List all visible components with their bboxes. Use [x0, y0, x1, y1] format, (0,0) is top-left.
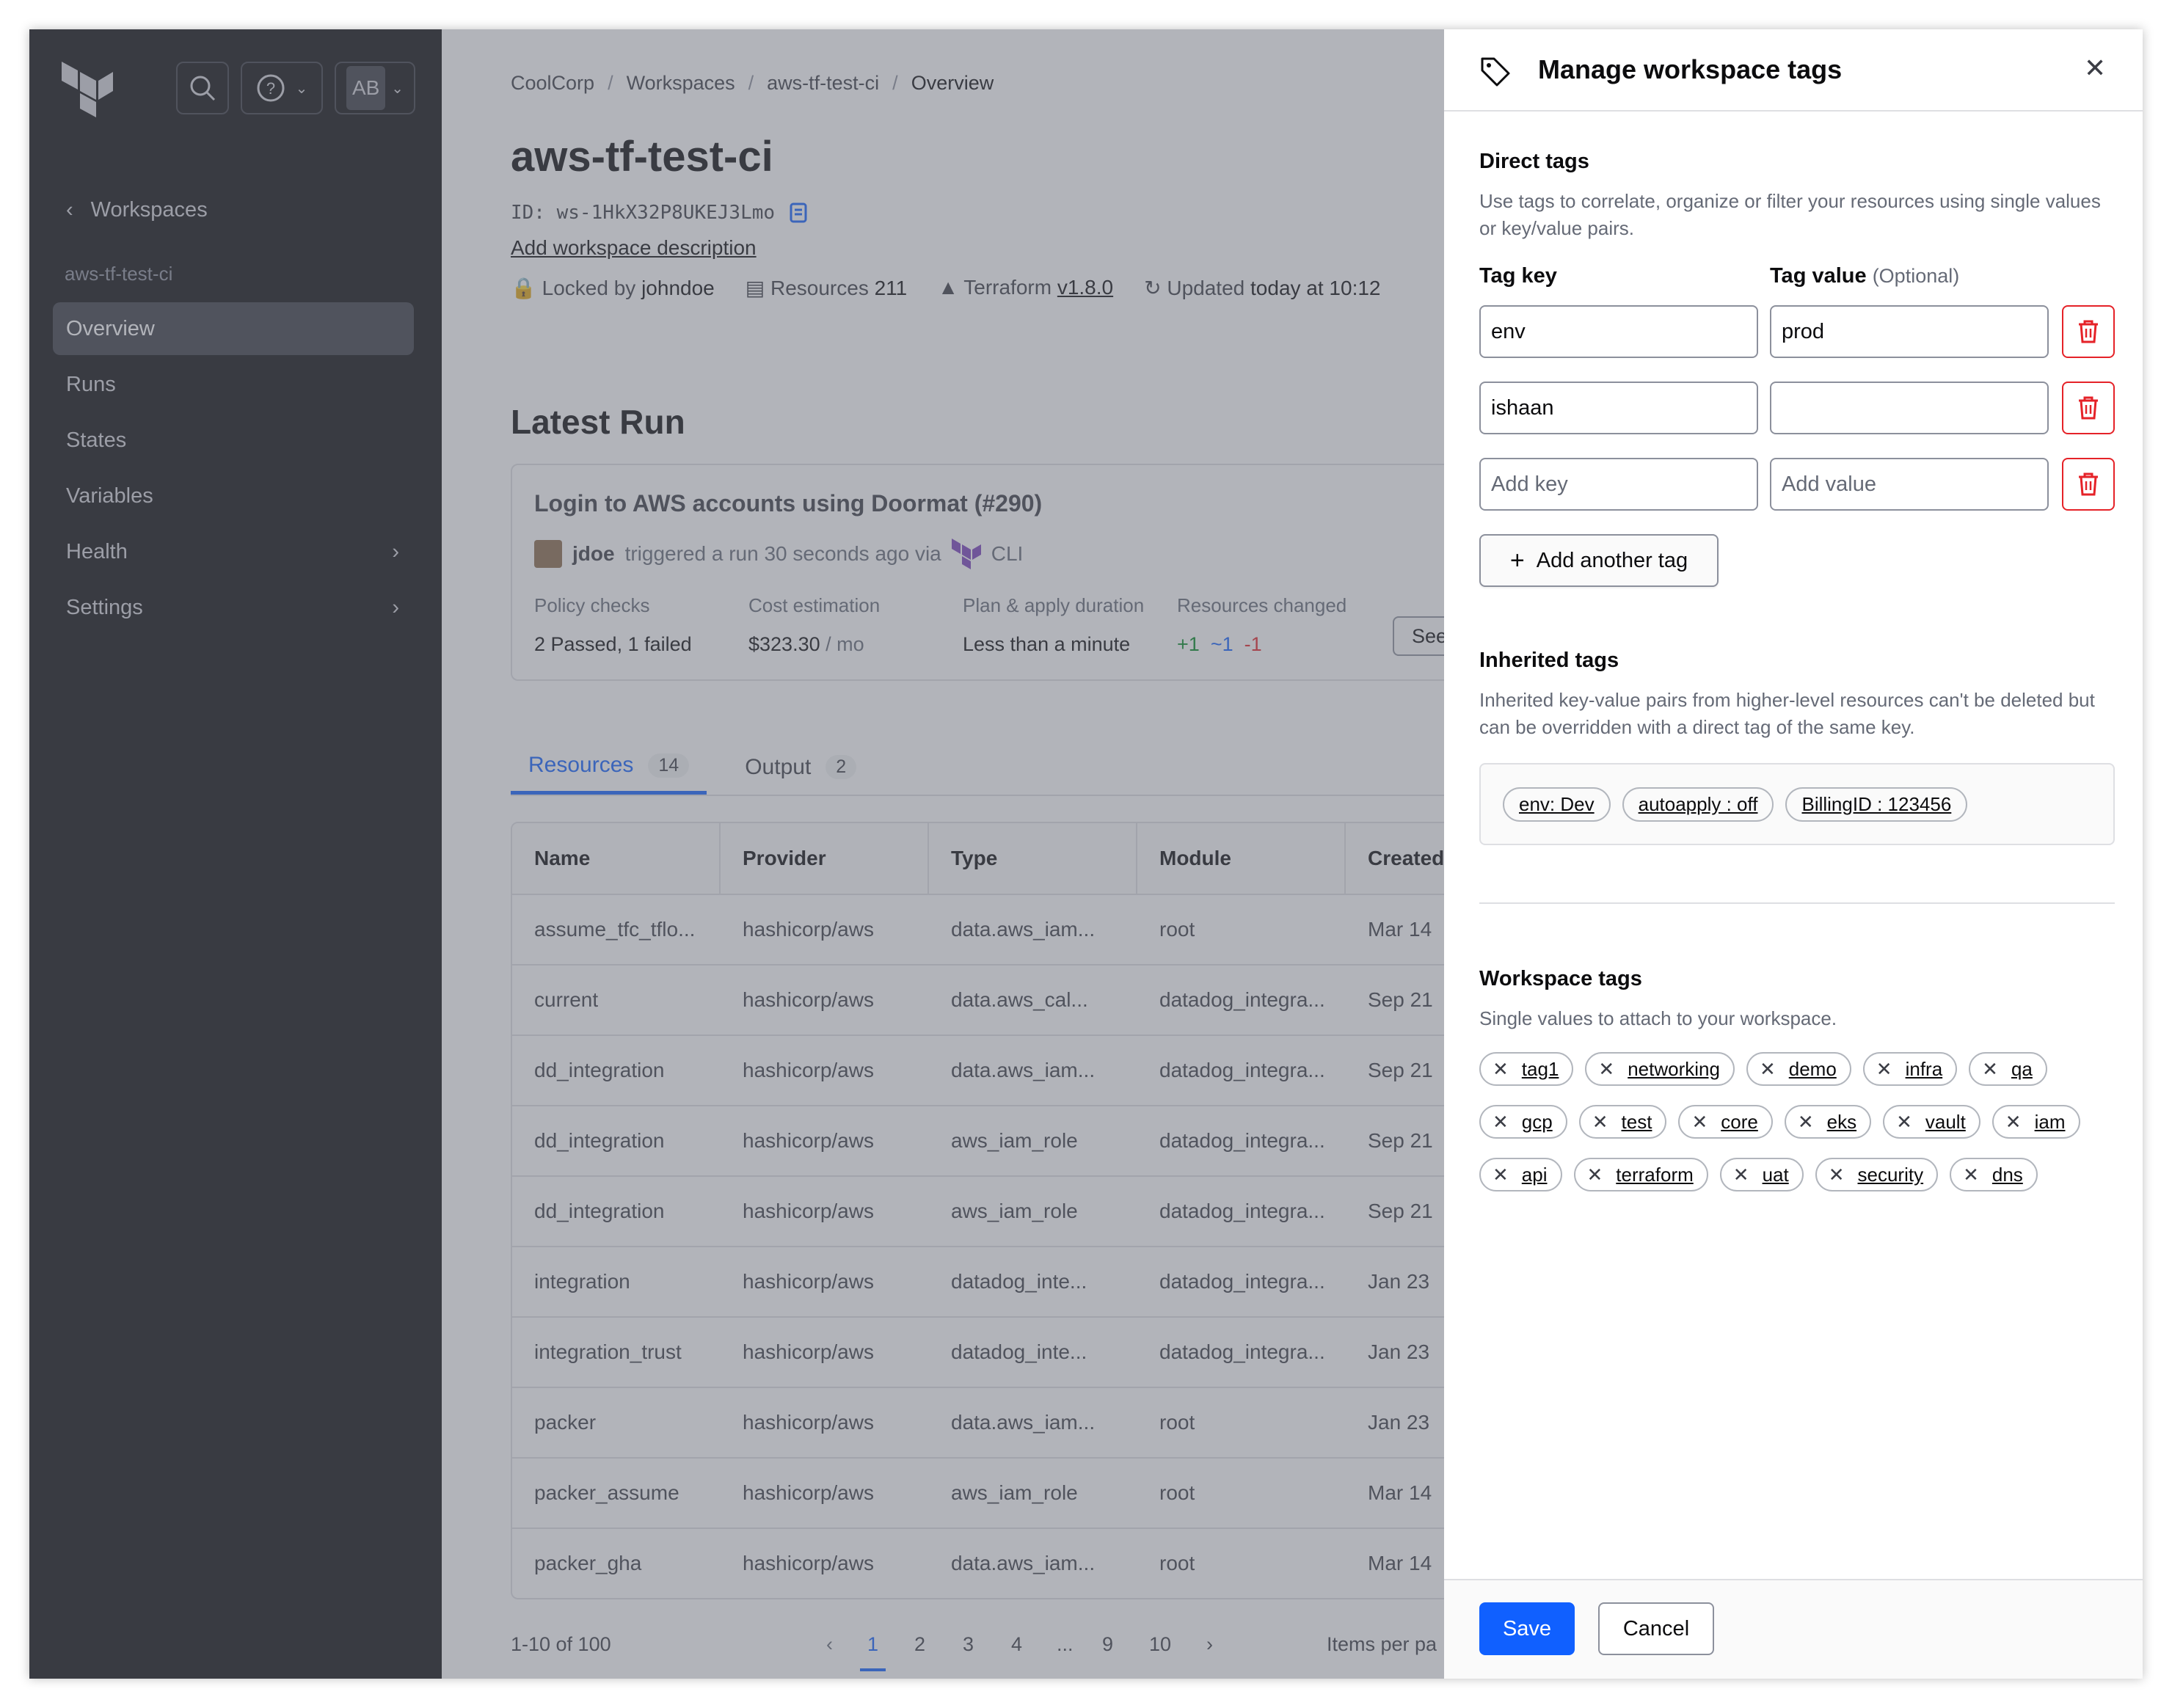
inherited-tags-help: Inherited key-value pairs from higher-le…	[1479, 689, 2095, 738]
remove-tag-icon[interactable]: ✕	[1963, 1164, 1979, 1186]
workspace-tags-list: ✕ tag1 ✕ networking ✕ demo ✕ infra ✕ qa ✕ gcp ✕ test ✕…	[1479, 1052, 2125, 1191]
tag-value-input[interactable]	[1770, 382, 2049, 434]
workspace-tag: ✕ security	[1815, 1158, 1939, 1191]
inherited-tag-label: autoapply : off	[1638, 792, 1758, 815]
inherited-tag-label: env: Dev	[1519, 792, 1595, 815]
workspace-tag: ✕ iam	[1991, 1105, 2080, 1139]
remove-tag-icon[interactable]: ✕	[1760, 1058, 1776, 1081]
tag-key-input[interactable]	[1479, 458, 1758, 511]
remove-tag-icon[interactable]: ✕	[1876, 1058, 1892, 1081]
inherited-tags-list: env: Dev autoapply : off BillingID : 123…	[1479, 763, 2115, 845]
remove-tag-icon[interactable]: ✕	[1982, 1058, 1998, 1081]
tag-value-label-text: Tag value	[1770, 264, 1867, 288]
direct-tags-help: Use tags to correlate, organize or filte…	[1479, 190, 2101, 239]
workspace-tag: ✕ api	[1479, 1158, 1562, 1191]
remove-tag-icon[interactable]: ✕	[1691, 1111, 1708, 1134]
workspace-tag-label[interactable]: infra	[1906, 1058, 1943, 1081]
inherited-tags-heading: Inherited tags	[1479, 649, 1619, 672]
trash-icon	[2079, 320, 2098, 343]
workspace-tag: ✕ terraform	[1573, 1158, 1708, 1191]
workspace-tag-label[interactable]: tag1	[1522, 1058, 1559, 1081]
tag-key-label: Tag key	[1479, 264, 1557, 288]
remove-tag-icon[interactable]: ✕	[1733, 1164, 1749, 1186]
tag-key-input[interactable]	[1479, 382, 1758, 434]
remove-tag-icon[interactable]: ✕	[1493, 1058, 1509, 1081]
workspace-tag-label[interactable]: vault	[1925, 1111, 1966, 1134]
workspace-tag: ✕ dns	[1950, 1158, 2038, 1191]
workspace-tag-label[interactable]: demo	[1789, 1058, 1837, 1081]
remove-tag-icon[interactable]: ✕	[1587, 1164, 1603, 1186]
workspace-tag-label[interactable]: qa	[2011, 1058, 2033, 1081]
drawer-header: Manage workspace tags ✕	[1444, 29, 2143, 112]
trash-icon	[2079, 472, 2098, 496]
workspace-tag: ✕ vault	[1883, 1105, 1980, 1139]
remove-tag-icon[interactable]: ✕	[1493, 1111, 1509, 1134]
plus-icon: +	[1509, 546, 1525, 574]
inherited-tag[interactable]: BillingID : 123456	[1785, 787, 1968, 822]
remove-tag-icon[interactable]: ✕	[1829, 1164, 1845, 1186]
workspace-tag-label[interactable]: gcp	[1522, 1111, 1553, 1134]
tag-key-input[interactable]	[1479, 305, 1758, 358]
workspace-tag-label[interactable]: core	[1721, 1111, 1758, 1134]
inherited-tag[interactable]: env: Dev	[1503, 787, 1611, 822]
remove-tag-icon[interactable]: ✕	[1592, 1111, 1608, 1134]
app-window: ? ⌄ AB ⌄ ‹ Workspaces aws-tf-test-ci Ove…	[29, 29, 2143, 1679]
modal-backdrop[interactable]	[29, 29, 1473, 1679]
tag-value-label: Tag value (Optional)	[1770, 264, 1959, 288]
workspace-tag: ✕ networking	[1585, 1052, 1735, 1086]
workspace-tag: ✕ core	[1678, 1105, 1773, 1139]
workspace-tag: ✕ gcp	[1479, 1105, 1567, 1139]
remove-tag-icon[interactable]: ✕	[1896, 1111, 1912, 1134]
workspace-tag-label[interactable]: dns	[1992, 1164, 2023, 1186]
tag-value-input[interactable]	[1770, 305, 2049, 358]
workspace-tag: ✕ eks	[1784, 1105, 1872, 1139]
drawer-footer: Save Cancel	[1444, 1579, 2143, 1679]
add-tag-label: Add another tag	[1536, 548, 1688, 572]
workspace-tag-label[interactable]: terraform	[1616, 1164, 1693, 1186]
workspace-tag: ✕ test	[1578, 1105, 1667, 1139]
workspace-tags-help: Single values to attach to your workspac…	[1479, 1007, 1837, 1029]
workspace-tag-label[interactable]: eks	[1827, 1111, 1856, 1134]
workspace-tag: ✕ qa	[1969, 1052, 2047, 1086]
manage-tags-drawer: Manage workspace tags ✕ Direct tags Use …	[1444, 29, 2143, 1679]
remove-tag-icon[interactable]: ✕	[2005, 1111, 2022, 1134]
workspace-tag-label[interactable]: test	[1622, 1111, 1652, 1134]
drawer-title: Manage workspace tags	[1538, 54, 1843, 84]
workspace-tag: ✕ infra	[1862, 1052, 1958, 1086]
section-divider	[1479, 902, 2115, 904]
workspace-tag-label[interactable]: api	[1522, 1164, 1548, 1186]
workspace-tag-label[interactable]: uat	[1763, 1164, 1789, 1186]
workspace-tag-label[interactable]: iam	[2035, 1111, 2066, 1134]
add-another-tag-button[interactable]: + Add another tag	[1479, 534, 1719, 587]
remove-tag-icon[interactable]: ✕	[1598, 1058, 1614, 1081]
workspace-tag: ✕ uat	[1719, 1158, 1804, 1191]
direct-tags-heading: Direct tags	[1479, 150, 1589, 173]
tag-icon	[1481, 57, 1510, 87]
delete-tag-button[interactable]	[2062, 305, 2115, 358]
inherited-tag[interactable]: autoapply : off	[1622, 787, 1774, 822]
tag-value-input[interactable]	[1770, 458, 2049, 511]
save-button[interactable]: Save	[1479, 1602, 1575, 1655]
delete-tag-button[interactable]	[2062, 382, 2115, 434]
workspace-tag: ✕ demo	[1746, 1052, 1851, 1086]
cancel-button[interactable]: Cancel	[1598, 1602, 1714, 1655]
optional-hint: (Optional)	[1872, 265, 1960, 287]
remove-tag-icon[interactable]: ✕	[1798, 1111, 1814, 1134]
close-icon[interactable]: ✕	[2084, 53, 2106, 84]
workspace-tags-heading: Workspace tags	[1479, 967, 1642, 990]
trash-icon	[2079, 396, 2098, 420]
workspace-tag: ✕ tag1	[1479, 1052, 1574, 1086]
workspace-tag-label[interactable]: security	[1858, 1164, 1924, 1186]
workspace-tag-label[interactable]: networking	[1628, 1058, 1720, 1081]
remove-tag-icon[interactable]: ✕	[1493, 1164, 1509, 1186]
inherited-tag-label: BillingID : 123456	[1801, 792, 1952, 815]
delete-tag-button[interactable]	[2062, 458, 2115, 511]
